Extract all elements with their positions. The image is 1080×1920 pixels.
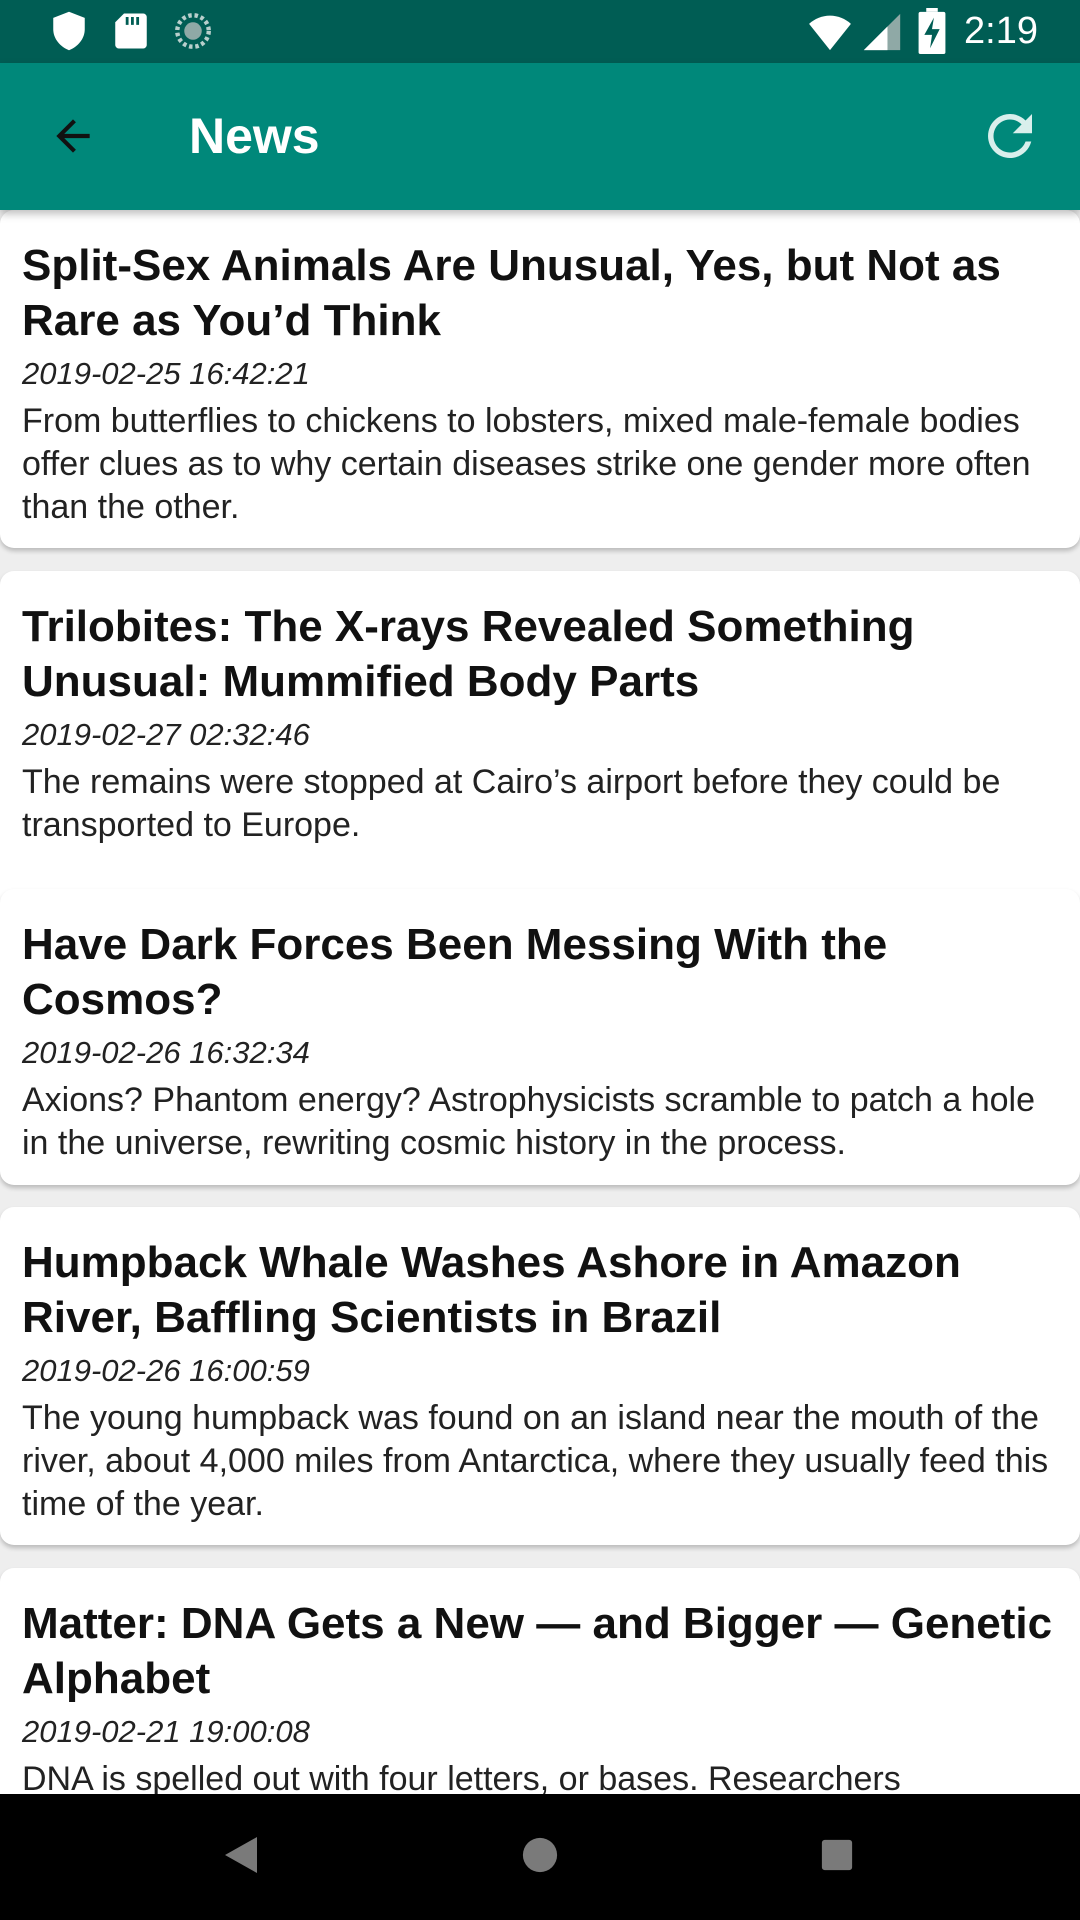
news-card[interactable]: Humpback Whale Washes Ashore in Amazon R… <box>0 1207 1080 1545</box>
shield-icon <box>48 10 90 52</box>
status-bar: 2:19 <box>0 0 1080 63</box>
nav-back-button[interactable] <box>201 1822 281 1892</box>
nav-home-icon <box>521 1836 559 1879</box>
app-bar: News <box>0 63 1080 210</box>
news-date: 2019-02-26 16:32:34 <box>22 1035 310 1070</box>
news-date: 2019-02-21 19:00:08 <box>22 1714 310 1749</box>
news-description: From butterflies to chickens to lobsters… <box>22 402 1031 526</box>
news-card[interactable]: Matter: DNA Gets a New — and Bigger — Ge… <box>0 1568 1080 1794</box>
news-date: 2019-02-25 16:42:21 <box>22 356 310 391</box>
nav-recents-button[interactable] <box>797 1822 877 1892</box>
wifi-icon <box>808 12 852 52</box>
nav-home-button[interactable] <box>500 1822 580 1892</box>
news-title: Humpback Whale Washes Ashore in Amazon R… <box>22 1238 961 1342</box>
news-date: 2019-02-27 02:32:46 <box>22 717 310 752</box>
cellular-signal-icon <box>862 12 902 52</box>
news-title: Split-Sex Animals Are Unusual, Yes, but … <box>22 241 1001 345</box>
news-description: The young humpback was found on an islan… <box>22 1399 1049 1523</box>
back-button[interactable] <box>33 103 113 173</box>
news-description: Axions? Phantom energy? Astrophysicists … <box>22 1081 1035 1162</box>
news-card[interactable]: Split-Sex Animals Are Unusual, Yes, but … <box>0 210 1080 548</box>
news-list[interactable]: Split-Sex Animals Are Unusual, Yes, but … <box>0 210 1080 1794</box>
arrow-back-icon <box>48 111 98 166</box>
nav-back-icon <box>223 1835 259 1880</box>
navigation-bar <box>0 1794 1080 1920</box>
refresh-icon <box>977 103 1043 174</box>
news-title: Matter: DNA Gets a New — and Bigger — Ge… <box>22 1599 1053 1703</box>
news-title: Have Dark Forces Been Messing With the C… <box>22 920 888 1024</box>
sync-icon <box>172 10 214 52</box>
battery-charging-icon <box>918 8 946 55</box>
news-date: 2019-02-26 16:00:59 <box>22 1353 310 1388</box>
refresh-button[interactable] <box>970 98 1050 178</box>
page-title: News <box>189 108 320 164</box>
news-description: The remains were stopped at Cairo’s airp… <box>22 763 1001 844</box>
news-title: Trilobites: The X-rays Revealed Somethin… <box>22 602 915 706</box>
nav-recents-icon <box>820 1838 854 1877</box>
status-time: 2:19 <box>964 10 1038 52</box>
news-card[interactable]: Have Dark Forces Been Messing With the C… <box>0 889 1080 1185</box>
sd-card-icon <box>110 10 152 52</box>
news-description: DNA is spelled out with four letters, or… <box>22 1760 901 1794</box>
